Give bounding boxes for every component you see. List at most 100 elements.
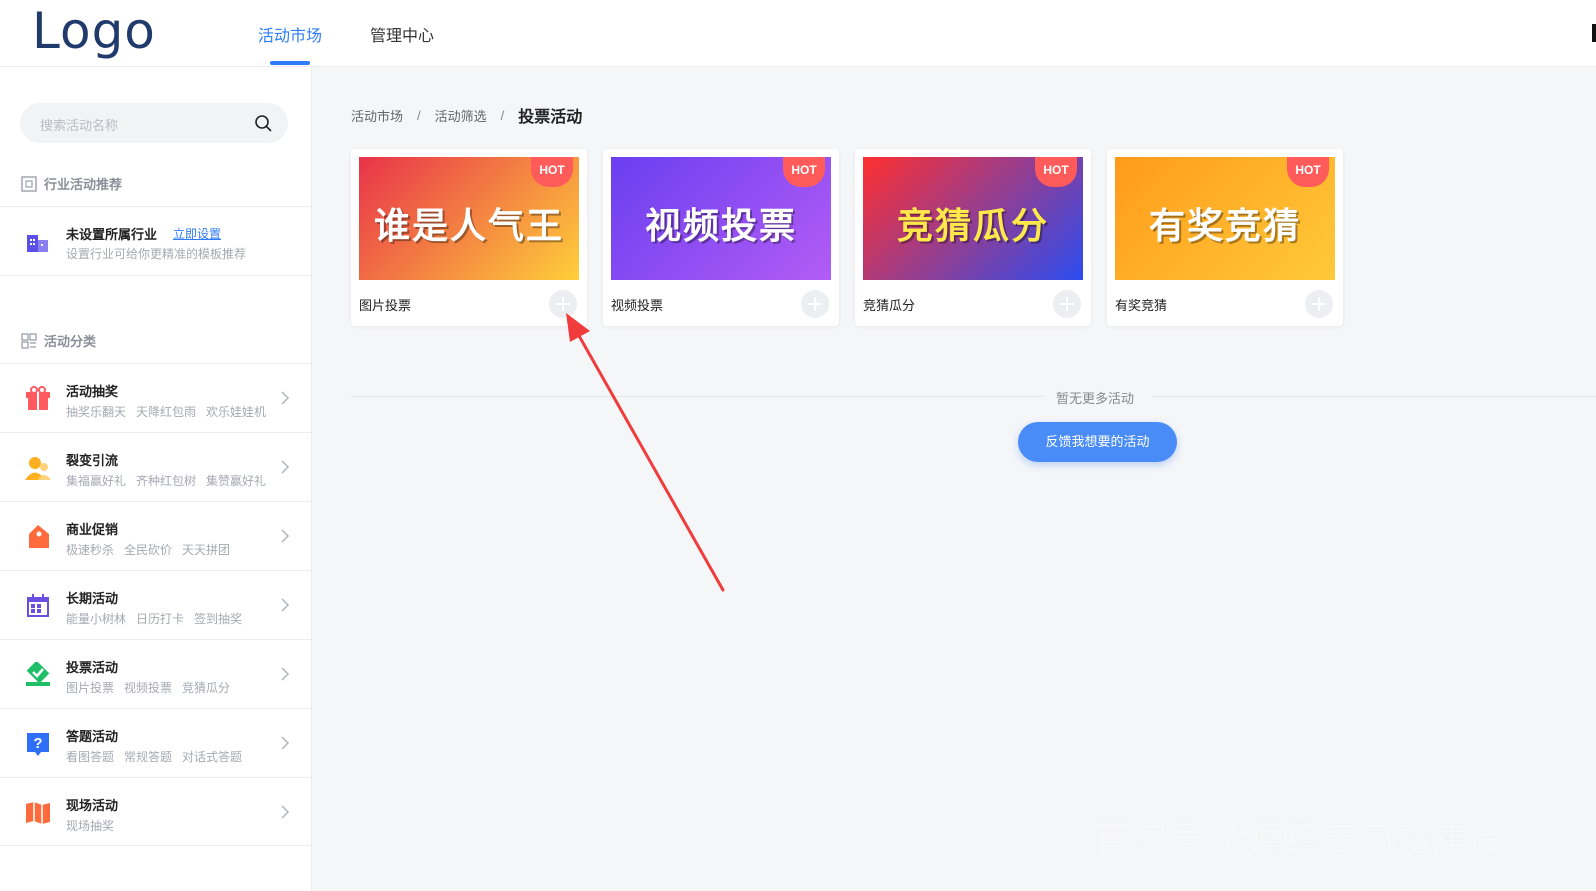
tab-management-center[interactable]: 管理中心 xyxy=(370,22,434,46)
category-sub-item[interactable]: 对话式答题 xyxy=(182,748,242,765)
thumbnail-title: 有奖竞猜 xyxy=(1148,206,1301,247)
chevron-right-icon xyxy=(281,529,290,543)
add-icon[interactable] xyxy=(1305,290,1333,318)
category-sub-item[interactable]: 欢乐娃娃机 xyxy=(206,403,266,420)
industry-title: 未设置所属行业 xyxy=(66,227,158,242)
category-sub-item[interactable]: 齐种红包树 xyxy=(136,472,196,489)
category-item[interactable]: 投票活动 图片投票 视频投票 竞猜瓜分 xyxy=(0,639,312,708)
category-subs: 极速秒杀 全民砍价 天天拼团 xyxy=(66,541,230,558)
hot-badge: HOT xyxy=(783,157,825,187)
divider xyxy=(1152,396,1596,397)
svg-text:?: ? xyxy=(33,735,42,752)
set-industry-link[interactable]: 立即设置 xyxy=(173,225,221,242)
category-title: 活动抽奖 xyxy=(66,384,119,399)
activity-card[interactable]: 有奖竞猜 HOT 有奖竞猜 xyxy=(1107,149,1343,326)
card-label: 视频投票 xyxy=(611,298,664,313)
card-thumbnail[interactable]: 谁是人气王 HOT xyxy=(359,157,579,280)
question-icon: ? xyxy=(27,733,49,756)
category-sub-item[interactable]: 天降红包雨 xyxy=(136,403,196,420)
category-sub-item[interactable]: 签到抽奖 xyxy=(194,610,242,627)
breadcrumb-separator: / xyxy=(500,107,505,123)
category-sub-item[interactable]: 看图答题 xyxy=(66,748,114,765)
chevron-right-icon xyxy=(281,460,290,474)
activity-card[interactable]: 谁是人气王 HOT 图片投票 xyxy=(351,149,587,326)
category-sub-item[interactable]: 天天拼团 xyxy=(182,541,230,558)
category-sub-item[interactable]: 常规答题 xyxy=(124,748,172,765)
hot-badge: HOT xyxy=(1287,157,1329,187)
hot-badge: HOT xyxy=(531,157,573,187)
top-header: Logo 活动市场 管理中心 xyxy=(0,0,1596,67)
category-sub-item[interactable]: 能量小树林 xyxy=(66,610,126,627)
card-thumbnail[interactable]: 视频投票 HOT xyxy=(611,157,831,280)
active-tab-indicator xyxy=(270,61,310,65)
category-subs: 图片投票 视频投票 竞猜瓜分 xyxy=(66,679,230,696)
category-item[interactable]: 商业促销 极速秒杀 全民砍价 天天拼团 xyxy=(0,501,312,570)
map-icon xyxy=(26,802,50,824)
category-subs: 抽奖乐翻天 天降红包雨 欢乐娃娃机 xyxy=(66,403,266,420)
category-section-title: 活动分类 xyxy=(20,331,96,350)
activity-card[interactable]: 竞猜瓜分 HOT 竞猜瓜分 xyxy=(855,149,1091,326)
category-sub-item[interactable]: 现场抽奖 xyxy=(66,817,114,834)
building-outline-icon xyxy=(21,175,37,192)
category-sub-item[interactable]: 日历打卡 xyxy=(136,610,184,627)
hot-badge: HOT xyxy=(1035,157,1077,187)
category-sub-item[interactable]: 集福赢好礼 xyxy=(66,472,126,489)
grid-icon xyxy=(21,332,37,349)
edge-mark xyxy=(1592,24,1596,42)
category-title: 答题活动 xyxy=(66,729,119,744)
add-icon[interactable] xyxy=(801,290,829,318)
category-subs: 能量小树林 日历打卡 签到抽奖 xyxy=(66,610,242,627)
users-icon xyxy=(25,457,51,480)
category-sub-item[interactable]: 图片投票 xyxy=(66,679,114,696)
category-item[interactable]: 裂变引流 集福赢好礼 齐种红包树 集赞赢好礼 xyxy=(0,432,312,501)
breadcrumb: 活动市场 / 活动筛选 / 投票活动 xyxy=(351,103,582,127)
chevron-right-icon xyxy=(281,391,290,405)
category-title: 商业促销 xyxy=(66,522,119,537)
search-placeholder: 搜索活动名称 xyxy=(40,118,119,133)
watermark: 百家号/太原码云网站建设 xyxy=(1096,821,1503,860)
card-thumbnail[interactable]: 竞猜瓜分 HOT xyxy=(863,157,1083,280)
search-input[interactable]: 搜索活动名称 xyxy=(20,103,288,143)
category-item[interactable]: ? 答题活动 看图答题 常规答题 对话式答题 xyxy=(0,708,312,777)
industry-item[interactable]: 未设置所属行业 立即设置 设置行业可给你更精准的模板推荐 xyxy=(0,206,312,276)
search-icon[interactable] xyxy=(254,114,272,132)
industry-subtitle: 设置行业可给你更精准的模板推荐 xyxy=(66,247,247,261)
no-more-activities-text: 暂无更多活动 xyxy=(1056,391,1135,406)
category-title: 裂变引流 xyxy=(66,453,119,468)
card-thumbnail[interactable]: 有奖竞猜 HOT xyxy=(1115,157,1335,280)
category-subs: 看图答题 常规答题 对话式答题 xyxy=(66,748,242,765)
category-sub-item[interactable]: 视频投票 xyxy=(124,679,172,696)
breadcrumb-item-market[interactable]: 活动市场 xyxy=(351,106,403,125)
category-item[interactable]: 长期活动 能量小树林 日历打卡 签到抽奖 xyxy=(0,570,312,639)
feedback-button[interactable]: 反馈我想要的活动 xyxy=(1018,422,1177,462)
add-icon[interactable] xyxy=(1053,290,1081,318)
thumbnail-title: 竞猜瓜分 xyxy=(896,206,1049,247)
category-sub-item[interactable]: 集赞赢好礼 xyxy=(206,472,266,489)
add-icon[interactable] xyxy=(549,290,577,318)
category-sub-item[interactable]: 竞猜瓜分 xyxy=(182,679,230,696)
chevron-right-icon xyxy=(281,598,290,612)
category-item[interactable]: 现场活动 现场抽奖 xyxy=(0,777,312,846)
category-sub-item[interactable]: 抽奖乐翻天 xyxy=(66,403,126,420)
tab-activity-market[interactable]: 活动市场 xyxy=(258,22,322,46)
divider xyxy=(351,396,1044,397)
industry-section-title: 行业活动推荐 xyxy=(20,174,122,193)
category-title: 现场活动 xyxy=(66,798,119,813)
card-label: 有奖竞猜 xyxy=(1115,298,1168,313)
chevron-right-icon xyxy=(281,736,290,750)
category-sub-item[interactable]: 全民砍价 xyxy=(124,541,172,558)
tag-icon xyxy=(29,525,49,548)
category-item[interactable]: 活动抽奖 抽奖乐翻天 天降红包雨 欢乐娃娃机 xyxy=(0,363,312,432)
gift-icon xyxy=(26,386,50,410)
breadcrumb-item-filter[interactable]: 活动筛选 xyxy=(435,106,487,125)
category-title: 投票活动 xyxy=(66,660,119,675)
card-label: 竞猜瓜分 xyxy=(863,298,916,313)
sidebar: 搜索活动名称 行业活动推荐 未设置所属行业 立即设置 设置行业可给你更精准的模板… xyxy=(0,67,312,891)
chevron-right-icon xyxy=(281,805,290,819)
thumbnail-title: 谁是人气王 xyxy=(373,206,564,247)
logo[interactable]: Logo xyxy=(32,2,156,60)
activity-card[interactable]: 视频投票 HOT 视频投票 xyxy=(603,149,839,326)
category-sub-item[interactable]: 极速秒杀 xyxy=(66,541,114,558)
building-icon xyxy=(27,235,48,252)
category-title: 长期活动 xyxy=(66,591,119,606)
